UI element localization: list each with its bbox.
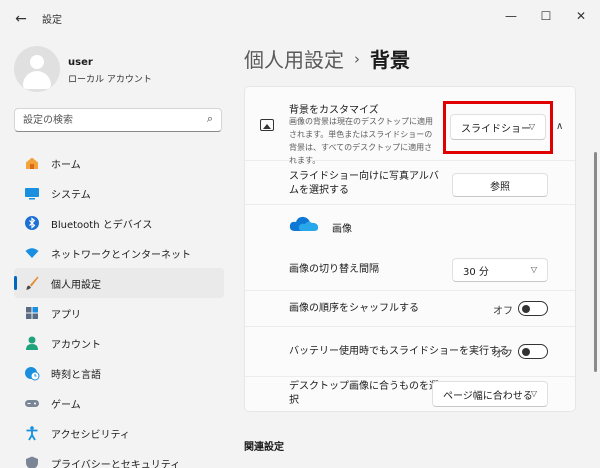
sidebar-item-label: 個人用設定 [51,279,101,291]
brush-icon [24,275,40,291]
globe-clock-icon [24,365,40,381]
sidebar-item-network[interactable]: ネットワークとインターネット [14,238,224,268]
avatar-body-shape [23,71,51,89]
profile-name: user [68,57,93,68]
sidebar-item-accounts[interactable]: アカウント [14,328,224,358]
profile-account-type: ローカル アカウント [68,75,152,85]
related-settings-title: 関連設定 [244,442,284,453]
wifi-icon [24,245,40,261]
sidebar-item-label: ネットワークとインターネット [51,249,191,261]
sidebar-item-label: アクセシビリティ [51,429,130,441]
breadcrumb-parent[interactable]: 個人用設定 [244,44,344,73]
fit-dropdown[interactable]: ページ幅に合わせる ▽ [432,381,548,407]
accessibility-icon [24,425,40,441]
minimize-button[interactable]: — [493,4,529,28]
battery-row: バッテリー使用時でもスライドショーを実行する オフ [245,327,575,377]
sidebar-item-label: システム [51,189,91,201]
chevron-down-icon: ▽ [530,265,537,275]
page-title: 背景 [370,48,410,72]
battery-label: バッテリー使用時でもスライドショーを実行する [289,346,509,357]
app-title: 設定 [42,15,62,26]
sidebar-item-system[interactable]: システム [14,178,224,208]
shield-icon [24,455,40,468]
sidebar-item-apps[interactable]: アプリ [14,298,224,328]
sidebar-item-gaming[interactable]: ゲーム [14,388,224,418]
breadcrumb-separator: › [354,49,360,68]
background-customize-title: 背景をカスタマイズ [289,105,379,116]
sidebar-item-label: Bluetooth とデバイス [51,219,153,231]
collapse-chevron-icon[interactable]: ∧ [556,121,563,132]
sidebar-nav: ホーム システム Bluetooth とデバイス ネットワークとインターネット … [14,148,224,468]
sidebar-item-personalization[interactable]: 個人用設定 [14,268,224,298]
system-icon [24,185,40,201]
picture-icon [260,119,274,131]
scrollbar[interactable] [594,152,597,372]
search-icon[interactable]: ⌕ [207,112,213,126]
breadcrumb: 個人用設定 › 背景 [244,44,410,73]
search-input[interactable] [23,110,203,130]
shuffle-state: オフ [493,306,513,317]
interval-dropdown[interactable]: 30 分 ▽ [452,258,548,282]
gamepad-icon [24,395,40,411]
sidebar-item-label: アカウント [51,339,101,351]
maximize-button[interactable]: ☐ [528,4,564,28]
interval-row: 画像の切り替え間隔 30 分 ▽ [245,249,575,291]
shuffle-label: 画像の順序をシャッフルする [289,303,419,314]
browse-button[interactable]: 参照 [452,173,548,197]
background-customize-description: 画像の背景は現在のデスクトップに適用されます。単色またはスライドショーの背景は、… [289,117,433,165]
sidebar-item-time-language[interactable]: 時刻と言語 [14,358,224,388]
sidebar-item-accessibility[interactable]: アクセシビリティ [14,418,224,448]
highlight-box [443,101,553,154]
sidebar-item-label: プライバシーとセキュリティ [51,459,181,468]
fit-row: デスクトップ画像に合うものを選択 ページ幅に合わせる ▽ [245,377,575,411]
sidebar-item-label: ホーム [51,159,81,171]
album-folder-name: 画像 [332,224,352,235]
title-bar: ← 設定 — ☐ ✕ [0,0,600,34]
bluetooth-icon [24,215,40,231]
avatar-head-shape [30,55,44,69]
interval-value: 30 分 [463,266,489,278]
fit-label: デスクトップ画像に合うものを選択 [289,381,439,406]
battery-toggle[interactable] [518,344,548,359]
fit-value: ページ幅に合わせる [443,390,533,402]
album-label: スライドショー向けに写真アルバムを選択する [289,171,439,196]
battery-state: オフ [493,349,513,360]
close-button[interactable]: ✕ [563,4,599,28]
sidebar-item-privacy[interactable]: プライバシーとセキュリティ [14,448,224,468]
sidebar-item-label: ゲーム [51,399,81,411]
shuffle-row: 画像の順序をシャッフルする オフ [245,291,575,327]
onedrive-cloud-icon [289,216,319,231]
sidebar-item-home[interactable]: ホーム [14,148,224,178]
search-box[interactable]: ⌕ [14,108,222,132]
avatar[interactable] [14,46,60,92]
sidebar-item-label: 時刻と言語 [51,369,101,381]
account-icon [24,335,40,351]
shuffle-toggle[interactable] [518,301,548,316]
interval-label: 画像の切り替え間隔 [289,264,379,275]
toggle-knob [522,347,530,356]
home-icon [24,155,40,171]
sidebar-item-label: アプリ [51,309,81,321]
back-button[interactable]: ← [10,8,32,30]
apps-icon [24,305,40,321]
toggle-knob [522,304,530,313]
sidebar-item-bluetooth[interactable]: Bluetooth とデバイス [14,208,224,238]
chevron-down-icon: ▽ [530,389,537,399]
